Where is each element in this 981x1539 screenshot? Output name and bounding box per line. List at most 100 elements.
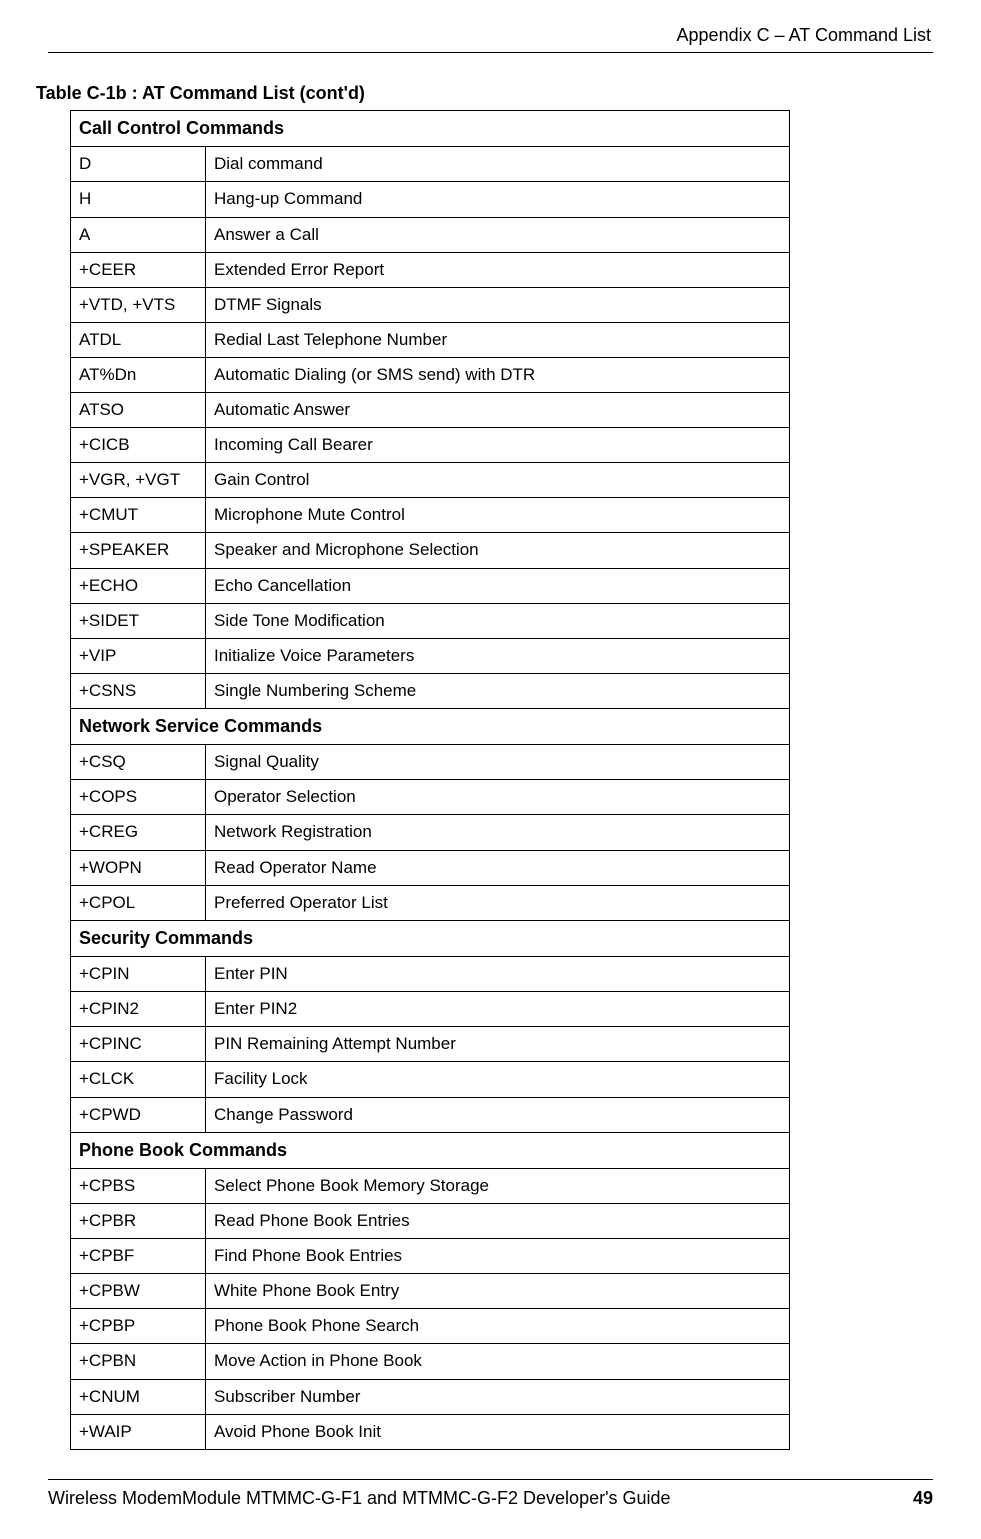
header-appendix: Appendix C – AT Command List [48, 25, 933, 46]
description-cell: Dial command [206, 147, 790, 182]
command-cell: +CSNS [71, 673, 206, 708]
description-cell: PIN Remaining Attempt Number [206, 1027, 790, 1062]
command-cell: H [71, 182, 206, 217]
table-row: +VTD, +VTSDTMF Signals [71, 287, 790, 322]
footer-divider [48, 1479, 933, 1480]
table-row: +SIDETSide Tone Modification [71, 603, 790, 638]
command-cell: +VTD, +VTS [71, 287, 206, 322]
table-row: +CNUMSubscriber Number [71, 1379, 790, 1414]
command-cell: +VGR, +VGT [71, 463, 206, 498]
description-cell: Change Password [206, 1097, 790, 1132]
table-row: +CMUTMicrophone Mute Control [71, 498, 790, 533]
footer-text: Wireless ModemModule MTMMC-G-F1 and MTMM… [48, 1488, 671, 1509]
command-cell: +CLCK [71, 1062, 206, 1097]
description-cell: Answer a Call [206, 217, 790, 252]
description-cell: Enter PIN [206, 957, 790, 992]
table-row: +CPBNMove Action in Phone Book [71, 1344, 790, 1379]
command-cell: +CPBW [71, 1274, 206, 1309]
section-header: Phone Book Commands [71, 1132, 790, 1168]
table-row: +VIPInitialize Voice Parameters [71, 638, 790, 673]
table-row: +CEERExtended Error Report [71, 252, 790, 287]
footer-page-number: 49 [913, 1488, 933, 1509]
description-cell: Operator Selection [206, 780, 790, 815]
description-cell: Preferred Operator List [206, 885, 790, 920]
command-cell: +CPBR [71, 1204, 206, 1239]
description-cell: Find Phone Book Entries [206, 1239, 790, 1274]
command-cell: +CPIN [71, 957, 206, 992]
command-cell: +CPIN2 [71, 992, 206, 1027]
command-cell: +CPOL [71, 885, 206, 920]
table-row: +CLCKFacility Lock [71, 1062, 790, 1097]
section-header: Call Control Commands [71, 111, 790, 147]
table-row: +CPOLPreferred Operator List [71, 885, 790, 920]
command-cell: ATSO [71, 393, 206, 428]
description-cell: Subscriber Number [206, 1379, 790, 1414]
description-cell: Signal Quality [206, 745, 790, 780]
description-cell: DTMF Signals [206, 287, 790, 322]
table-row: ATSOAutomatic Answer [71, 393, 790, 428]
section-header: Network Service Commands [71, 708, 790, 744]
table-row: +CREGNetwork Registration [71, 815, 790, 850]
description-cell: Read Operator Name [206, 850, 790, 885]
description-cell: Network Registration [206, 815, 790, 850]
command-cell: ATDL [71, 322, 206, 357]
command-cell: A [71, 217, 206, 252]
description-cell: Facility Lock [206, 1062, 790, 1097]
command-cell: D [71, 147, 206, 182]
description-cell: Move Action in Phone Book [206, 1344, 790, 1379]
command-cell: +CPBN [71, 1344, 206, 1379]
command-cell: +CPWD [71, 1097, 206, 1132]
table-row: AAnswer a Call [71, 217, 790, 252]
table-row: +CSQSignal Quality [71, 745, 790, 780]
description-cell: Single Numbering Scheme [206, 673, 790, 708]
description-cell: Phone Book Phone Search [206, 1309, 790, 1344]
table-row: +CPBFFind Phone Book Entries [71, 1239, 790, 1274]
table-title: Table C-1b : AT Command List (cont'd) [36, 83, 933, 104]
command-cell: +SPEAKER [71, 533, 206, 568]
description-cell: Avoid Phone Book Init [206, 1414, 790, 1449]
description-cell: Gain Control [206, 463, 790, 498]
table-row: +CPBPPhone Book Phone Search [71, 1309, 790, 1344]
command-cell: +CICB [71, 428, 206, 463]
at-command-table: Call Control CommandsDDial commandHHang-… [70, 110, 790, 1450]
description-cell: Automatic Dialing (or SMS send) with DTR [206, 357, 790, 392]
page-footer: Wireless ModemModule MTMMC-G-F1 and MTMM… [48, 1479, 933, 1509]
header-divider [48, 52, 933, 53]
description-cell: Extended Error Report [206, 252, 790, 287]
table-row: +CPBWWhite Phone Book Entry [71, 1274, 790, 1309]
table-row: HHang-up Command [71, 182, 790, 217]
description-cell: Echo Cancellation [206, 568, 790, 603]
table-row: DDial command [71, 147, 790, 182]
table-row: AT%DnAutomatic Dialing (or SMS send) wit… [71, 357, 790, 392]
command-cell: +CEER [71, 252, 206, 287]
table-row: +CPIN2Enter PIN2 [71, 992, 790, 1027]
description-cell: Redial Last Telephone Number [206, 322, 790, 357]
command-cell: +VIP [71, 638, 206, 673]
table-row: +CICBIncoming Call Bearer [71, 428, 790, 463]
table-row: +VGR, +VGTGain Control [71, 463, 790, 498]
table-row: +WAIPAvoid Phone Book Init [71, 1414, 790, 1449]
command-cell: +CNUM [71, 1379, 206, 1414]
table-row: +CPWDChange Password [71, 1097, 790, 1132]
command-cell: +COPS [71, 780, 206, 815]
description-cell: Select Phone Book Memory Storage [206, 1169, 790, 1204]
command-cell: +CPBS [71, 1169, 206, 1204]
description-cell: Speaker and Microphone Selection [206, 533, 790, 568]
description-cell: Microphone Mute Control [206, 498, 790, 533]
description-cell: Incoming Call Bearer [206, 428, 790, 463]
table-row: +SPEAKERSpeaker and Microphone Selection [71, 533, 790, 568]
command-cell: +CMUT [71, 498, 206, 533]
command-cell: +CPINC [71, 1027, 206, 1062]
table-row: +COPSOperator Selection [71, 780, 790, 815]
command-cell: +ECHO [71, 568, 206, 603]
command-cell: +CSQ [71, 745, 206, 780]
table-row: +CPINEnter PIN [71, 957, 790, 992]
table-row: +CPBRRead Phone Book Entries [71, 1204, 790, 1239]
command-cell: +CPBF [71, 1239, 206, 1274]
command-cell: AT%Dn [71, 357, 206, 392]
table-row: +CPINCPIN Remaining Attempt Number [71, 1027, 790, 1062]
description-cell: White Phone Book Entry [206, 1274, 790, 1309]
description-cell: Side Tone Modification [206, 603, 790, 638]
command-cell: +WAIP [71, 1414, 206, 1449]
table-row: +WOPNRead Operator Name [71, 850, 790, 885]
